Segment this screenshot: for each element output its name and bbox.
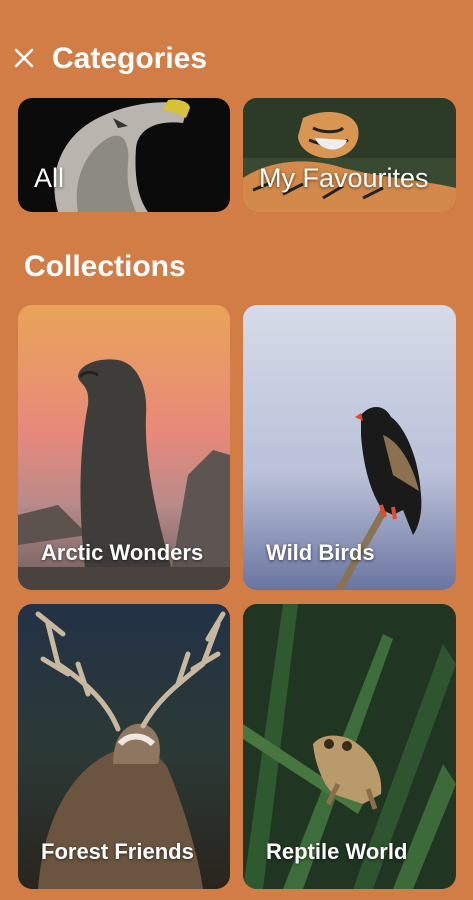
- collection-label: Wild Birds: [266, 540, 375, 565]
- category-label: All: [34, 163, 65, 193]
- collection-label: Forest Friends: [41, 839, 194, 864]
- collection-card-arctic-wonders[interactable]: Arctic Wonders: [18, 305, 230, 590]
- collection-label: Reptile World: [266, 839, 408, 864]
- category-card-favourites[interactable]: My Favourites: [243, 98, 456, 212]
- close-icon: [14, 48, 34, 68]
- eagle-image: [18, 98, 230, 212]
- collection-card-wild-birds[interactable]: Wild Birds: [243, 305, 456, 590]
- collection-card-reptile-world[interactable]: Reptile World: [243, 604, 456, 889]
- close-button[interactable]: [10, 44, 38, 72]
- collections-heading: Collections: [24, 250, 186, 283]
- collection-card-forest-friends[interactable]: Forest Friends: [18, 604, 230, 889]
- tiger-image: [243, 98, 456, 212]
- app-header: Categories: [0, 38, 473, 86]
- category-label: My Favourites: [259, 163, 429, 193]
- page-title: Categories: [52, 42, 208, 75]
- category-card-all[interactable]: All: [18, 98, 230, 212]
- collection-label: Arctic Wonders: [41, 540, 204, 565]
